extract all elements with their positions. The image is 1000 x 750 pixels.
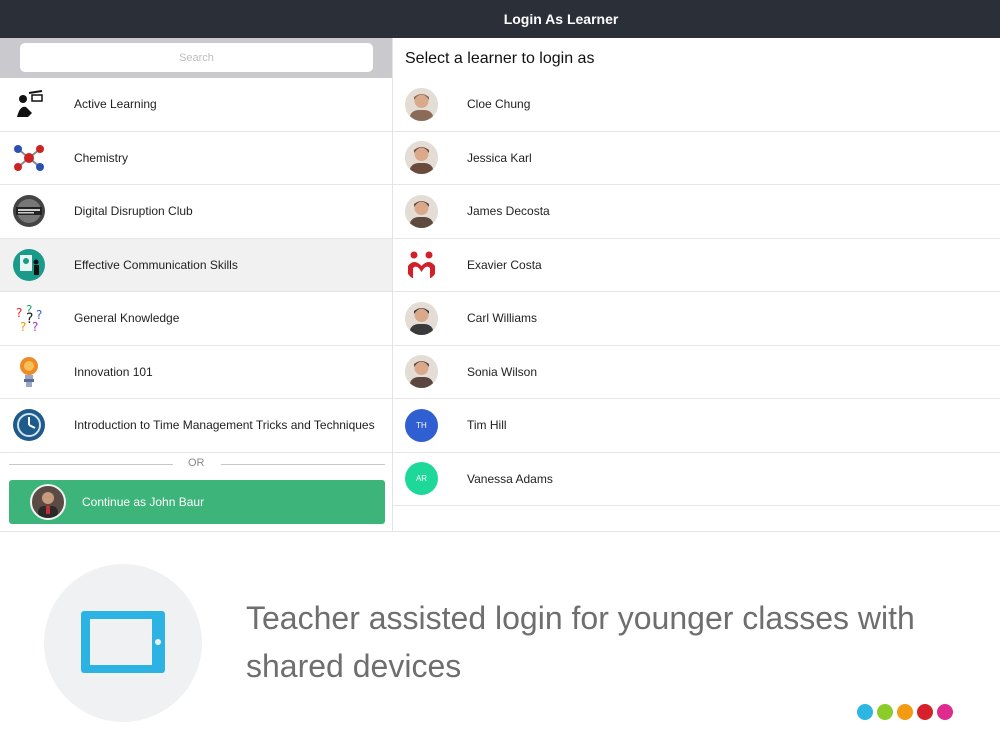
presentation-icon <box>12 248 46 282</box>
brand-dots <box>857 704 953 720</box>
tablet-icon <box>81 611 165 673</box>
brand-dot <box>857 704 873 720</box>
class-row[interactable]: Active Learning <box>0 78 392 132</box>
class-label: Effective Communication Skills <box>74 257 238 272</box>
learner-name: Vanessa Adams <box>467 471 553 486</box>
top-bar: Login As Learner <box>0 0 1000 38</box>
digital-disruption-icon <box>12 194 46 228</box>
molecule-icon <box>12 141 46 175</box>
or-divider: OR <box>0 456 393 476</box>
class-row[interactable]: ?????? General Knowledge <box>0 292 392 346</box>
class-row[interactable]: Innovation 101 <box>0 346 392 399</box>
promo-banner: Teacher assisted login for younger class… <box>0 531 1000 750</box>
class-row[interactable]: Digital Disruption Club <box>0 185 392 239</box>
continue-as-teacher-button[interactable]: Continue as John Baur <box>9 480 385 524</box>
svg-text:?: ? <box>26 311 33 327</box>
learner-name: Cloe Chung <box>467 97 531 112</box>
divider-line-right <box>221 464 385 465</box>
active-learning-icon <box>12 87 46 121</box>
learner-avatar <box>405 248 438 282</box>
learner-row[interactable]: Cloe Chung <box>393 78 1000 132</box>
learner-row[interactable]: James Decosta <box>393 185 1000 239</box>
learner-name: Tim Hill <box>467 418 507 433</box>
or-label: OR <box>188 457 205 469</box>
brand-dot <box>937 704 953 720</box>
learner-panel-title: Select a learner to login as <box>405 50 595 67</box>
learner-avatar <box>405 141 438 175</box>
learner-row[interactable]: TH Tim Hill <box>393 399 1000 453</box>
learner-row[interactable]: Jessica Karl <box>393 132 1000 185</box>
learner-panel: Select a learner to login as Cloe Chung J… <box>393 38 1000 531</box>
learner-avatar <box>405 87 438 121</box>
divider-line-left <box>9 464 173 465</box>
learner-name: Sonia Wilson <box>467 364 538 379</box>
learner-list: Cloe Chung Jessica Karl James Decosta Exavi… <box>393 78 1000 506</box>
learner-row[interactable]: Exavier Costa <box>393 239 1000 292</box>
promo-tagline: Teacher assisted login for younger class… <box>246 600 915 684</box>
learner-row[interactable]: Sonia Wilson <box>393 346 1000 399</box>
brand-dot <box>877 704 893 720</box>
search-bar <box>0 38 392 78</box>
learner-row[interactable]: Carl Williams <box>393 292 1000 346</box>
learner-avatar <box>405 301 438 335</box>
class-row[interactable]: Chemistry <box>0 132 392 185</box>
class-list: Active Learning Chemistry Digital Disrupti… <box>0 78 392 453</box>
class-label: Innovation 101 <box>74 364 153 379</box>
class-panel: Active Learning Chemistry Digital Disrupti… <box>0 38 393 531</box>
learner-name: Carl Williams <box>467 311 537 326</box>
brand-dot <box>897 704 913 720</box>
svg-text:?: ? <box>16 306 22 320</box>
learner-avatar <box>405 355 438 389</box>
device-illustration <box>44 564 202 722</box>
learner-name: Jessica Karl <box>467 150 532 165</box>
learner-avatar: AR <box>405 462 438 496</box>
class-row[interactable]: Effective Communication Skills <box>0 238 392 292</box>
question-marks-icon: ?????? <box>12 301 46 335</box>
class-row[interactable]: Introduction to Time Management Tricks a… <box>0 399 392 453</box>
learner-row[interactable]: AR Vanessa Adams <box>393 453 1000 506</box>
brand-dot <box>917 704 933 720</box>
continue-label: Continue as John Baur <box>82 495 205 509</box>
learner-name: James Decosta <box>467 204 550 219</box>
learner-avatar <box>405 194 438 228</box>
class-label: Digital Disruption Club <box>74 204 193 219</box>
class-label: Chemistry <box>74 150 129 165</box>
learner-avatar: TH <box>405 408 438 442</box>
page-title: Login As Learner <box>503 11 619 27</box>
learner-name: Exavier Costa <box>467 257 542 272</box>
search-input[interactable] <box>20 43 373 72</box>
class-label: Active Learning <box>74 97 157 112</box>
class-label: General Knowledge <box>74 311 180 326</box>
class-label: Introduction to Time Management Tricks a… <box>74 418 375 433</box>
clock-globe-icon <box>12 408 46 442</box>
teacher-avatar <box>30 484 66 520</box>
medal-icon <box>12 355 46 389</box>
